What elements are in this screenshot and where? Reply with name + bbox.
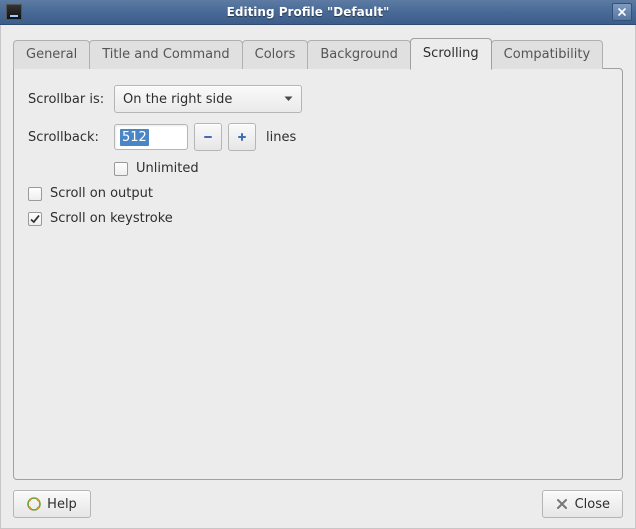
- tab-general-label: General: [26, 47, 77, 62]
- chevron-down-icon: [284, 96, 293, 102]
- tab-colors[interactable]: Colors: [242, 40, 309, 69]
- tab-page-scrolling: Scrollbar is: On the right side Scrollba…: [13, 68, 623, 480]
- scrollbar-is-label: Scrollbar is:: [28, 92, 114, 107]
- plus-icon: [236, 131, 248, 143]
- close-icon: [555, 497, 569, 511]
- profile-editor-window: Editing Profile "Default" General Title …: [0, 0, 636, 529]
- tab-title-and-command-label: Title and Command: [102, 47, 229, 62]
- close-button[interactable]: Close: [542, 490, 623, 518]
- client-area: General Title and Command Colors Backgro…: [0, 25, 636, 529]
- window-close-button[interactable]: [612, 3, 632, 21]
- tab-general[interactable]: General: [13, 40, 90, 69]
- scroll-on-keystroke-check[interactable]: Scroll on keystroke: [28, 211, 608, 226]
- scrollbar-position-combo[interactable]: On the right side: [114, 85, 302, 113]
- scroll-on-output-label: Scroll on output: [50, 186, 153, 201]
- help-button-label: Help: [47, 497, 77, 512]
- scroll-on-keystroke-label: Scroll on keystroke: [50, 211, 173, 226]
- unlimited-check[interactable]: Unlimited: [114, 161, 608, 176]
- tabs-notebook: General Title and Command Colors Backgro…: [13, 37, 623, 480]
- scrollback-value: 512: [120, 129, 149, 146]
- scrollback-suffix: lines: [266, 130, 296, 145]
- scroll-on-keystroke-checkbox-box: [28, 212, 42, 226]
- help-button[interactable]: Help: [13, 490, 91, 518]
- scrollback-row: Scrollback: 512: [28, 123, 608, 151]
- title-bar: Editing Profile "Default": [0, 0, 636, 25]
- scrollback-spin-group: 512 lines: [114, 123, 296, 151]
- dialog-button-row: Help Close: [13, 490, 623, 518]
- scrollback-decrement-button[interactable]: [194, 123, 222, 151]
- close-icon: [618, 8, 626, 16]
- scroll-on-output-checkbox-box: [28, 187, 42, 201]
- tab-compatibility[interactable]: Compatibility: [491, 40, 604, 69]
- terminal-icon: [6, 4, 22, 20]
- tab-background[interactable]: Background: [307, 40, 411, 69]
- tab-compatibility-label: Compatibility: [504, 47, 591, 62]
- scrollbar-is-row: Scrollbar is: On the right side: [28, 85, 608, 113]
- window-title: Editing Profile "Default": [28, 5, 612, 19]
- tab-scrolling[interactable]: Scrolling: [410, 38, 492, 70]
- tab-title-and-command[interactable]: Title and Command: [89, 40, 242, 69]
- scrollbar-position-value: On the right side: [123, 92, 232, 107]
- scrollback-input[interactable]: 512: [114, 124, 188, 150]
- tabs-row: General Title and Command Colors Backgro…: [13, 37, 623, 68]
- tab-background-label: Background: [320, 47, 398, 62]
- help-icon: [27, 497, 41, 511]
- scroll-on-output-check[interactable]: Scroll on output: [28, 186, 608, 201]
- unlimited-checkbox-box: [114, 162, 128, 176]
- unlimited-label: Unlimited: [136, 161, 199, 176]
- tab-scrolling-label: Scrolling: [423, 46, 479, 61]
- scrollback-increment-button[interactable]: [228, 123, 256, 151]
- close-button-label: Close: [575, 497, 610, 512]
- tab-colors-label: Colors: [255, 47, 296, 62]
- scrollback-label: Scrollback:: [28, 130, 114, 145]
- minus-icon: [202, 131, 214, 143]
